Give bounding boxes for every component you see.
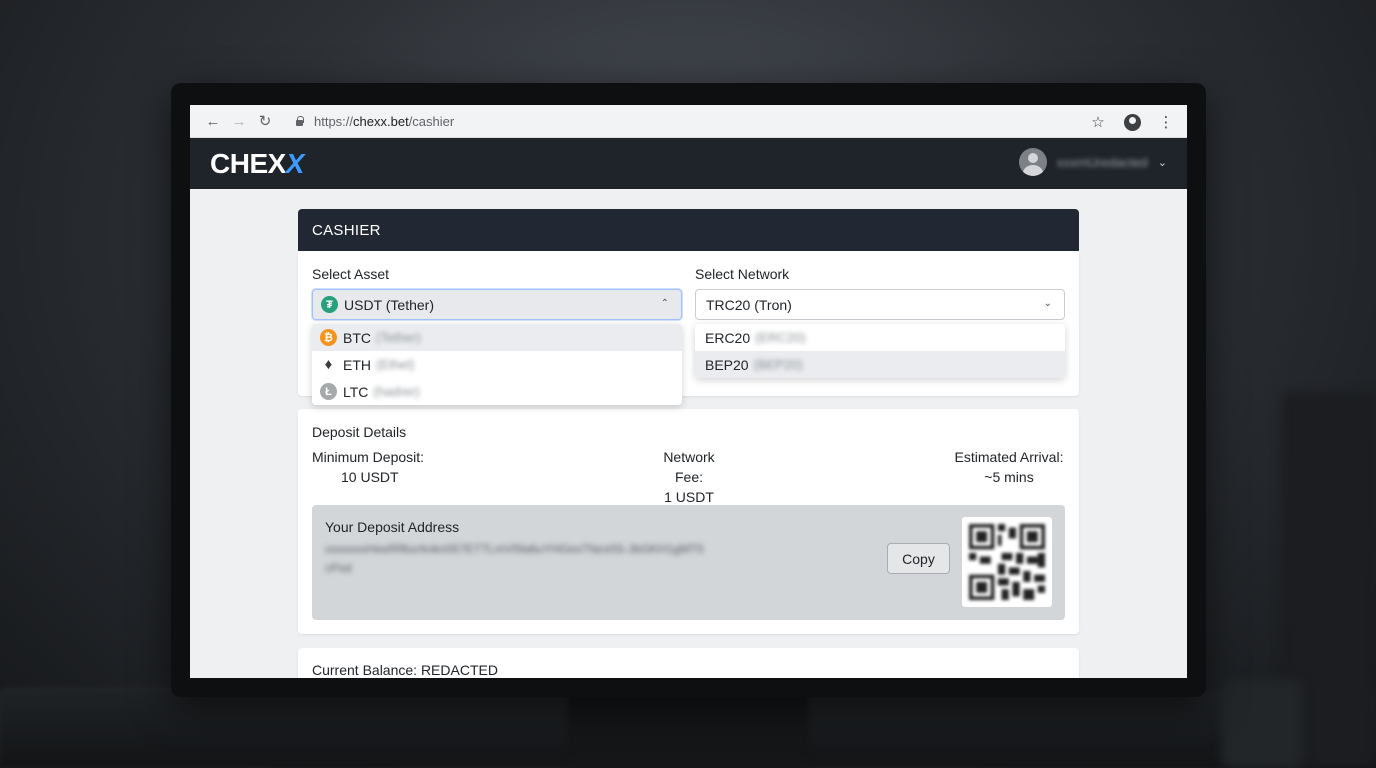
lock-icon	[294, 116, 304, 126]
network-label: Select Network	[695, 266, 790, 282]
background-mug	[1222, 680, 1302, 768]
username: xxxrnUredacted	[1056, 154, 1148, 170]
ethereum-icon: ♦	[324, 356, 333, 373]
option-code: LTC	[343, 383, 369, 400]
network-fee: Network Fee: 1 USDT	[648, 447, 730, 507]
estimated-arrival-label: Estimated Arrival:	[954, 449, 1064, 465]
cashier-title: CASHIER	[298, 209, 1079, 251]
bitcoin-icon: ₿	[320, 329, 337, 346]
monitor: ← → ↻ https://chexx.bet/cashier ☆ ⋮ CHEX…	[171, 83, 1206, 697]
avatar[interactable]	[1018, 148, 1047, 176]
current-balance: Current Balance: REDACTED	[312, 662, 498, 678]
minimum-deposit: Minimum Deposit: 10 USDT	[312, 447, 424, 487]
url-host: chexx.bet	[353, 113, 409, 129]
tether-icon: ₮	[321, 296, 338, 313]
reload-icon[interactable]: ↻	[252, 108, 278, 134]
browser-window: ← → ↻ https://chexx.bet/cashier ☆ ⋮ CHEX…	[190, 105, 1187, 678]
logo-text: CHEX	[210, 147, 286, 179]
deposit-address-box: Your Deposit Address xxxxxxxHeeRf9urAnkn…	[312, 505, 1065, 620]
network-fee-label: Network Fee:	[663, 449, 715, 485]
option-name: (Ethel)	[376, 357, 415, 372]
option-code: ERC20	[705, 329, 751, 346]
balance-card: Current Balance: REDACTED	[298, 648, 1079, 678]
option-name: (ERC20)	[755, 330, 806, 345]
qr-code	[962, 517, 1052, 607]
option-code: ETH	[343, 356, 371, 373]
asset-dropdown: ₿ BTC (Tether) ♦ ETH (Ethel) Ł LTC (hadr…	[312, 324, 682, 405]
asset-option-eth[interactable]: ♦ ETH (Ethel)	[312, 351, 682, 378]
litecoin-icon: Ł	[320, 383, 337, 400]
bookmark-star-icon[interactable]: ☆	[1085, 109, 1111, 135]
site-header: CHEXX xxxrnUredacted ⌄	[190, 138, 1187, 189]
monitor-stand	[568, 692, 808, 768]
estimated-arrival-value: ~5 mins	[984, 469, 1034, 485]
asset-label: Select Asset	[312, 266, 390, 282]
asset-network-card: Select Asset ₮ USDT (Tether) ⌃ ₿ BTC (Te…	[298, 251, 1079, 405]
minimum-deposit-label: Minimum Deposit:	[312, 449, 425, 465]
network-select[interactable]: TRC20 (Tron) ⌄	[695, 289, 1065, 320]
chevron-down-icon: ⌄	[1043, 298, 1052, 309]
estimated-arrival: Estimated Arrival: ~5 mins	[953, 447, 1065, 487]
profile-icon[interactable]	[1119, 109, 1145, 135]
chevron-up-icon: ⌃	[660, 298, 669, 309]
chexx-logo[interactable]: CHEXX	[210, 148, 304, 180]
user-menu[interactable]: xxxrnUredacted ⌄	[1018, 148, 1167, 176]
asset-option-ltc[interactable]: Ł LTC (hadrer)	[312, 378, 682, 405]
asset-option-btc[interactable]: ₿ BTC (Tether)	[312, 324, 682, 351]
page-content: CASHIER Select Asset ₮ USDT (Tether) ⌃ ₿…	[190, 189, 1187, 678]
option-code: BTC	[343, 329, 371, 346]
network-option-erc20[interactable]: ERC20 (ERC20)	[695, 324, 1065, 351]
network-dropdown: ERC20 (ERC20) BEP20 (BEP20)	[695, 324, 1065, 378]
deposit-details-title: Deposit Details	[312, 424, 407, 440]
address-bar[interactable]: https://chexx.bet/cashier	[286, 108, 969, 134]
browser-toolbar: ← → ↻ https://chexx.bet/cashier ☆ ⋮	[190, 105, 1187, 138]
deposit-address-label: Your Deposit Address	[325, 519, 460, 535]
forward-arrow-icon[interactable]: →	[226, 108, 252, 134]
copy-button[interactable]: Copy	[887, 543, 950, 574]
network-selected-value: TRC20 (Tron)	[706, 296, 792, 313]
url-protocol: https://	[314, 113, 354, 129]
asset-selected-value: USDT (Tether)	[344, 296, 434, 313]
deposit-details-card: Deposit Details Minimum Deposit: 10 USDT…	[298, 409, 1079, 634]
option-name: (Tether)	[376, 330, 421, 345]
qr-code-icon	[969, 524, 1045, 600]
chevron-down-icon[interactable]: ⌄	[1158, 156, 1167, 169]
back-arrow-icon[interactable]: ←	[200, 108, 226, 134]
minimum-deposit-value: 10 USDT	[341, 469, 399, 485]
network-fee-value: 1 USDT	[664, 489, 714, 505]
option-code: BEP20	[705, 356, 749, 373]
option-name: (hadrer)	[373, 384, 420, 399]
logo-accent: X	[285, 147, 305, 179]
deposit-address-value[interactable]: xxxxxxxHeeRf9urAnkn057ETTLmV5fa6uYHGexTf…	[325, 540, 705, 578]
kebab-menu-icon[interactable]: ⋮	[1153, 109, 1179, 135]
network-option-bep20[interactable]: BEP20 (BEP20)	[695, 351, 1065, 378]
url-path: /cashier	[408, 113, 455, 129]
asset-select[interactable]: ₮ USDT (Tether) ⌃	[312, 289, 682, 320]
option-name: (BEP20)	[753, 357, 803, 372]
